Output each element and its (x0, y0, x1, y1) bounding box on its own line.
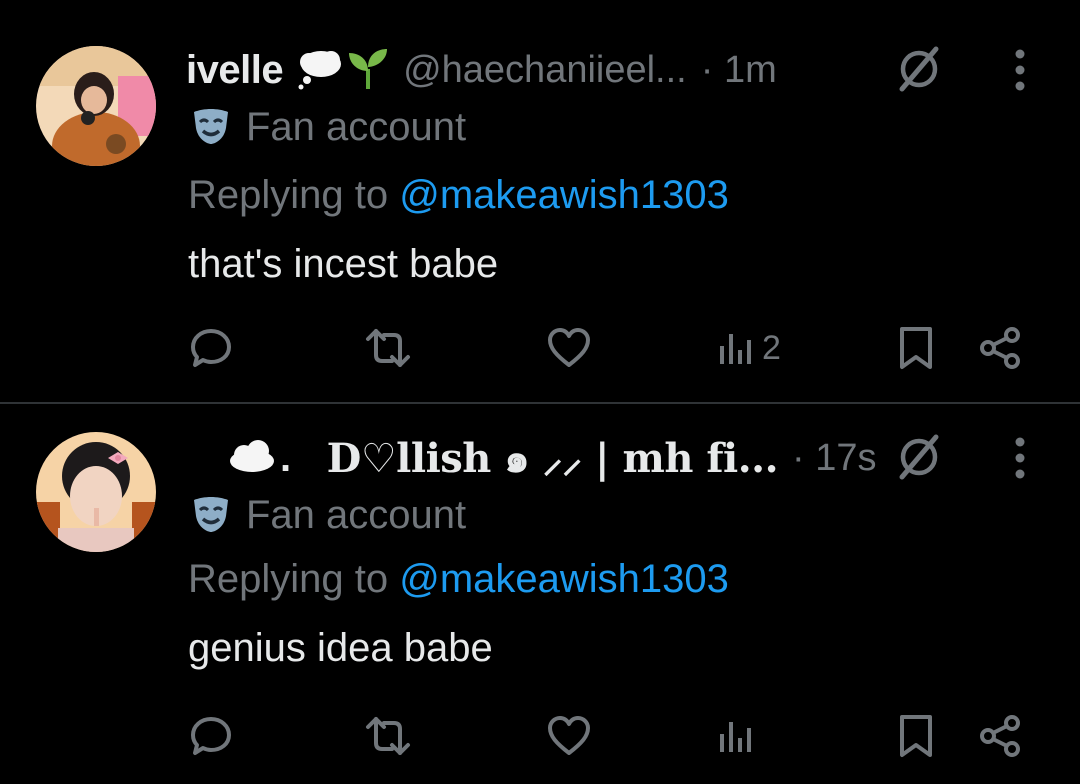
share-button[interactable] (976, 706, 1024, 766)
like-button[interactable] (546, 706, 592, 766)
account-label: Fan account (190, 102, 466, 152)
tweet-text: that's incest babe (188, 242, 499, 286)
views-icon (720, 722, 751, 752)
share-button[interactable] (976, 318, 1024, 378)
retweet-icon (366, 329, 410, 367)
share-icon (980, 715, 1020, 757)
views-icon (720, 334, 751, 364)
display-name[interactable]: D♡llish ๑ ⸝⸝ | mh fi... (327, 426, 779, 490)
reply-button[interactable] (188, 318, 234, 378)
views-button[interactable]: 2 (716, 318, 781, 378)
heart-icon (548, 716, 590, 755)
avatar[interactable] (36, 432, 156, 552)
mention-link[interactable]: @makeawish1303 (399, 557, 729, 601)
bookmark-button[interactable] (896, 318, 936, 378)
retweet-button[interactable] (362, 706, 414, 766)
tweet[interactable]: . D♡llish ๑ ⸝⸝ | mh fi... · 17s Fan acco… (0, 404, 1080, 784)
action-bar: 2 (0, 318, 1080, 378)
cloud-emoji (226, 439, 276, 478)
user-handle[interactable]: @haechaniieel... (403, 49, 687, 92)
views-button[interactable] (716, 706, 762, 766)
retweet-icon (366, 717, 410, 755)
timestamp[interactable]: · 17s (792, 437, 876, 480)
label-text: Fan account (246, 104, 467, 149)
tweet-text: genius idea babe (188, 626, 493, 670)
bookmark-icon (900, 327, 932, 369)
performing-arts-mask-icon (190, 108, 232, 146)
avatar[interactable] (36, 46, 156, 166)
bookmark-button[interactable] (896, 706, 936, 766)
grok-icon[interactable] (894, 44, 944, 94)
like-button[interactable] (546, 318, 592, 378)
timestamp[interactable]: · 1m (701, 49, 777, 92)
replying-prefix: Replying to (188, 557, 400, 601)
reply-icon (191, 717, 231, 755)
display-name-lead: . (280, 435, 291, 480)
thought-balloon-emoji (297, 46, 343, 95)
more-options-icon[interactable] (1000, 430, 1040, 486)
tweet[interactable]: ivelle @haechaniieel... · 1m Fan account… (0, 0, 1080, 402)
performing-arts-mask-icon (190, 496, 232, 534)
reply-button[interactable] (188, 706, 234, 766)
bookmark-icon (900, 715, 932, 757)
view-count: 2 (762, 328, 781, 367)
replying-to: Replying to @makeawish1303 (188, 173, 729, 218)
replying-prefix: Replying to (188, 173, 400, 217)
grok-icon[interactable] (894, 432, 944, 482)
share-icon (980, 327, 1020, 369)
account-label: Fan account (190, 490, 466, 540)
heart-icon (548, 328, 590, 367)
display-name[interactable]: ivelle (186, 48, 284, 93)
retweet-button[interactable] (362, 318, 414, 378)
action-bar (0, 706, 1080, 766)
seedling-emoji (347, 45, 389, 96)
reply-icon (191, 329, 231, 367)
more-options-icon[interactable] (1000, 42, 1040, 98)
mention-link[interactable]: @makeawish1303 (399, 173, 729, 217)
label-text: Fan account (246, 492, 467, 537)
replying-to: Replying to @makeawish1303 (188, 557, 729, 602)
